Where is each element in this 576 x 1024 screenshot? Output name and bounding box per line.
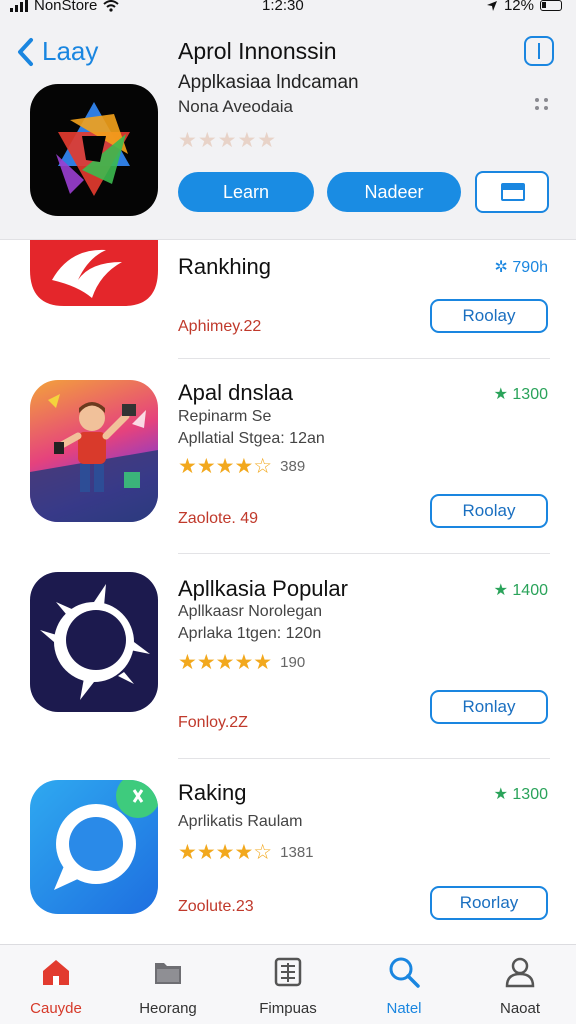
tab-profile[interactable]: Naoat [470, 955, 570, 1017]
game-app-icon [30, 380, 158, 522]
app-header: Laay Aprol Innonssin Applkasiaa lndcaman… [0, 18, 576, 240]
app-name: Apal dnslaa [178, 380, 293, 405]
get-button[interactable]: Roolay [430, 299, 548, 333]
app-badge: ★ 1300 [493, 786, 548, 803]
chevron-left-icon [18, 37, 33, 66]
get-button[interactable]: Roolay [430, 494, 548, 528]
app-badge: ✲ 790h [494, 259, 548, 276]
tab-bar: Cauyde Heorang Fimpuas Natel Naoat [0, 944, 576, 1024]
person-icon [505, 957, 535, 988]
back-button[interactable]: Laay [16, 36, 98, 67]
app-price: Zaolote. 49 [178, 510, 259, 527]
app-meta-2: Aprlaka 1tgen: 120n [178, 625, 322, 642]
ranking-app-icon [30, 240, 158, 306]
app-name: Raking [178, 780, 247, 805]
status-left: NonStore [10, 0, 120, 14]
info-button[interactable] [524, 36, 554, 66]
divider [178, 358, 550, 359]
tab-label: Natel [386, 1000, 422, 1017]
divider [178, 758, 550, 759]
rating-stars: ★★★★★ [178, 651, 273, 674]
search-icon [389, 957, 420, 988]
grid-doc-icon [274, 957, 302, 987]
app-price: Aphimey.22 [178, 318, 262, 335]
tab-label: Naoat [499, 1000, 541, 1017]
review-count: 389 [280, 458, 306, 475]
more-dots-icon[interactable] [535, 98, 551, 112]
popular-app-icon [30, 572, 158, 712]
wifi-icon [103, 0, 120, 12]
app-subtitle: Applkasiaa lndcaman [178, 72, 359, 93]
learn-button[interactable]: Learn [178, 172, 314, 212]
list-item[interactable]: Rankhing ✲ 790h Aphimey.22 Roolay [0, 240, 576, 358]
window-icon [501, 183, 525, 201]
get-button[interactable]: Ronlay [430, 690, 548, 724]
app-name: Rankhing [178, 254, 271, 279]
status-bar: NonStore 1:2:30 12% [0, 0, 576, 18]
featured-app-icon [30, 84, 158, 216]
location-arrow-icon [486, 0, 497, 11]
home-icon [43, 960, 69, 985]
status-right: 12% [486, 0, 562, 14]
review-count: 190 [280, 654, 306, 671]
folder-icon [155, 963, 181, 984]
signal-icon [10, 0, 28, 12]
status-time: 1:2:30 [262, 0, 304, 14]
nadeer-button[interactable]: Nadeer [327, 172, 461, 212]
get-button[interactable]: Roorlay [430, 886, 548, 920]
app-price: Fonloy.2Z [178, 714, 248, 731]
tab-label: Heorang [139, 1000, 197, 1017]
back-label: Laay [42, 36, 99, 66]
app-rating: ★★★★★ 190 [178, 650, 305, 675]
app-meta-2: Apllatial Stgea: 12an [178, 430, 325, 447]
app-rating: ★★★★☆ 389 [178, 454, 305, 479]
featured-rating-stars: ★★★★★ [178, 129, 278, 152]
list-item[interactable]: Apllkasia Popular ★ 1400 Apllkaasr Norol… [0, 566, 576, 756]
battery-percent: 12% [503, 0, 534, 14]
battery-icon [540, 0, 562, 11]
tab-label: Fimpuas [259, 1000, 317, 1017]
app-badge: ★ 1400 [493, 582, 548, 599]
rating-stars: ★★★★☆ [178, 455, 273, 478]
app-meta-1: Apllkaasr Norolegan [178, 603, 323, 620]
carrier-label: NonStore [34, 0, 98, 14]
review-count: 1381 [280, 844, 314, 861]
tab-search[interactable]: Natel [354, 955, 454, 1017]
screenshot-button[interactable] [475, 171, 549, 213]
rating-stars: ★★★★☆ [178, 841, 273, 864]
list-item[interactable]: Apal dnslaa ★ 1300 Repinarm Se Apllatial… [0, 370, 576, 550]
app-meta-1: Repinarm Se [178, 408, 272, 425]
app-developer: Nona Aveodaia [178, 97, 294, 116]
app-badge: ★ 1300 [493, 386, 548, 403]
app-name: Apllkasia Popular [178, 576, 348, 601]
app-price: Zoolute.23 [178, 898, 254, 915]
chat-app-icon [30, 780, 158, 914]
tab-folder[interactable]: Heorang [118, 955, 218, 1017]
tab-home[interactable]: Cauyde [6, 955, 106, 1017]
tab-label: Cauyde [30, 1000, 82, 1017]
tab-grid[interactable]: Fimpuas [238, 955, 338, 1017]
app-meta-1: Aprlikatis Raulam [178, 813, 303, 830]
app-rating: ★★★★☆ 1381 [178, 840, 314, 865]
divider [178, 553, 550, 554]
list-item[interactable]: Raking ★ 1300 Aprlikatis Raulam ★★★★☆ 13… [0, 770, 576, 940]
app-title: Aprol Innonssin [178, 38, 337, 64]
